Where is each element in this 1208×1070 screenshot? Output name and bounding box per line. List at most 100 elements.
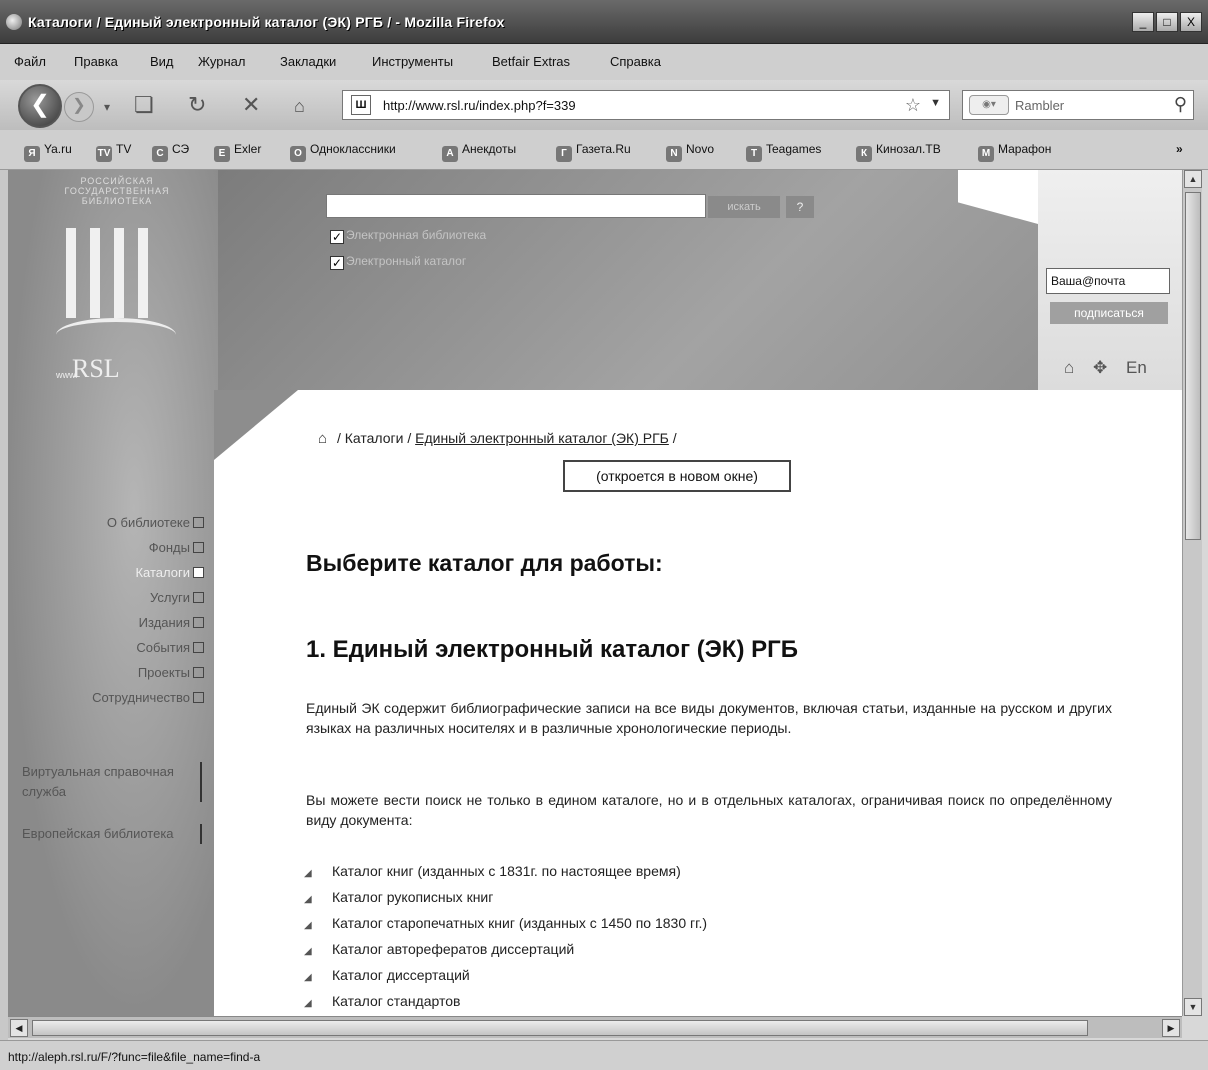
nav-square-icon <box>193 592 204 603</box>
address-bar[interactable]: Ш http://www.rsl.ru/index.php?f=339 ☆ ▼ <box>342 90 950 120</box>
menu-file[interactable]: Файл <box>14 54 46 69</box>
rsl-logo[interactable]: Российская государственная библиотека ww… <box>52 176 182 383</box>
scroll-up-icon[interactable]: ▲ <box>1184 170 1202 188</box>
bookmark-tv[interactable]: TV TV <box>96 142 131 162</box>
breadcrumb-catalogs[interactable]: Каталоги <box>345 430 404 446</box>
checkbox-label: Электронная библиотека <box>346 228 487 242</box>
nav-item-publications[interactable]: Издания <box>8 610 204 635</box>
checkbox-checked-icon[interactable]: ✓ <box>330 230 344 244</box>
bookmark-label: Одноклассники <box>310 142 396 156</box>
opens-new-window-tooltip: (откроется в новом окне) <box>563 460 791 492</box>
search-placeholder: Rambler <box>1015 98 1065 113</box>
horizontal-scrollbar[interactable]: ◀ ▶ <box>8 1016 1182 1038</box>
history-dropdown-icon[interactable]: ▾ <box>104 100 110 114</box>
sitemap-icon[interactable]: ✥ <box>1093 358 1107 377</box>
status-text: http://aleph.rsl.ru/F/?func=file&file_na… <box>8 1050 261 1064</box>
breadcrumb-home-icon[interactable]: ⌂ <box>318 430 327 447</box>
vertical-scroll-thumb[interactable] <box>1185 192 1201 540</box>
search-icon[interactable]: ⚲ <box>1174 94 1187 115</box>
bookmark-se[interactable]: С СЭ <box>152 142 189 162</box>
bookmark-teagames[interactable]: T Teagames <box>746 142 821 162</box>
yandex-icon: Я <box>24 146 40 162</box>
nav-item-cooperation[interactable]: Сотрудничество <box>8 685 204 710</box>
bookmark-anekdoty[interactable]: А Анекдоты <box>442 142 516 162</box>
bookmark-exler[interactable]: E Exler <box>214 142 261 162</box>
breadcrumb-sep: / <box>336 430 341 446</box>
forward-button[interactable]: ❯ <box>64 92 94 122</box>
nav-item-about[interactable]: О библиотеке <box>8 510 204 535</box>
scroll-down-icon[interactable]: ▼ <box>1184 998 1202 1016</box>
nav-item-funds[interactable]: Фонды <box>8 535 204 560</box>
nav-label: Услуги <box>150 590 190 605</box>
section-title: 1. Единый электронный каталог (ЭК) РГБ <box>306 636 798 663</box>
catalog-link[interactable]: Каталог авторефератов диссертаций <box>332 941 574 957</box>
list-item[interactable]: ◢ Каталог авторефератов диссертаций <box>304 936 1004 962</box>
close-button[interactable]: X <box>1180 12 1202 32</box>
bookmark-novo[interactable]: N Novo <box>666 142 714 162</box>
breadcrumb-ek-link[interactable]: Единый электронный каталог (ЭК) РГБ <box>415 430 669 446</box>
nav-item-catalogs[interactable]: Каталоги <box>8 560 204 585</box>
catalog-link[interactable]: Каталог стандартов <box>332 993 460 1009</box>
list-item[interactable]: ◢ Каталог стандартов <box>304 988 1004 1014</box>
subscribe-email-input[interactable] <box>1046 268 1170 294</box>
list-item[interactable]: ◢ Каталог старопечатных книг (изданных с … <box>304 910 1004 936</box>
nav-item-services[interactable]: Услуги <box>8 585 204 610</box>
search-box[interactable]: ◉▾ Rambler ⚲ <box>962 90 1194 120</box>
menu-tools[interactable]: Инструменты <box>372 54 453 69</box>
site-search-help-button[interactable]: ? <box>786 196 814 218</box>
novo-icon: N <box>666 146 682 162</box>
catalog-link[interactable]: Каталог старопечатных книг (изданных с 1… <box>332 915 707 931</box>
checkbox-electronic-library[interactable]: ✓ Электронная библиотека <box>330 228 486 244</box>
scroll-left-icon[interactable]: ◀ <box>10 1019 28 1037</box>
menu-edit[interactable]: Правка <box>74 54 118 69</box>
home-icon[interactable]: ⌂ <box>1064 358 1074 377</box>
lang-switch-en[interactable]: En <box>1126 358 1147 377</box>
nav-item-events[interactable]: События <box>8 635 204 660</box>
list-item[interactable]: ◢ Каталог рукописных книг <box>304 884 1004 910</box>
bookmark-label: Ya.ru <box>44 142 72 156</box>
maximize-button[interactable]: □ <box>1156 12 1178 32</box>
home-icon[interactable]: ⌂ <box>294 96 305 117</box>
menu-help[interactable]: Справка <box>610 54 661 69</box>
catalog-link[interactable]: Каталог рукописных книг <box>332 889 493 905</box>
minimize-button[interactable]: _ <box>1132 12 1154 32</box>
checkbox-checked-icon[interactable]: ✓ <box>330 256 344 270</box>
bookmarks-overflow-icon[interactable]: » <box>1176 142 1183 156</box>
reload-icon[interactable]: ↻ <box>188 92 206 118</box>
horizontal-scroll-thumb[interactable] <box>32 1020 1088 1036</box>
bookmark-star-icon[interactable]: ☆ <box>905 95 921 116</box>
bookmark-yaru[interactable]: Я Ya.ru <box>24 142 72 162</box>
menu-view[interactable]: Вид <box>150 54 174 69</box>
site-search-button[interactable]: искать <box>708 196 780 218</box>
list-item[interactable]: ◢ Каталог книг (изданных с 1831г. по наст… <box>304 858 1004 884</box>
bookmark-label: Марафон <box>998 142 1052 156</box>
bullet-icon: ◢ <box>304 998 312 1009</box>
bookmark-odnoklassniki[interactable]: О Одноклассники <box>290 142 396 162</box>
back-button[interactable]: ❮ <box>18 84 62 128</box>
subscribe-button[interactable]: подписаться <box>1050 302 1168 324</box>
search-engine-icon[interactable]: ◉▾ <box>969 95 1009 115</box>
nav-square-icon <box>193 617 204 628</box>
stop-icon[interactable]: ✕ <box>242 92 260 118</box>
url-dropdown-icon[interactable]: ▼ <box>930 97 941 109</box>
menu-betfair[interactable]: Betfair Extras <box>492 54 570 69</box>
bookmark-kinozal[interactable]: К Кинозал.ТВ <box>856 142 941 162</box>
virtual-reference-link[interactable]: Виртуальная справочная служба <box>8 762 202 802</box>
page-viewport: Российская государственная библиотека ww… <box>8 170 1182 1016</box>
menu-history[interactable]: Журнал <box>198 54 245 69</box>
nav-item-projects[interactable]: Проекты <box>8 660 204 685</box>
new-tab-icon[interactable]: ❏ <box>134 92 154 118</box>
checkbox-electronic-catalog[interactable]: ✓ Электронный каталог <box>330 254 466 270</box>
catalog-link[interactable]: Каталог книг (изданных с 1831г. по насто… <box>332 863 681 879</box>
site-search-input[interactable] <box>326 194 706 218</box>
gazeta-icon: Г <box>556 146 572 162</box>
vertical-scrollbar[interactable]: ▲ ▼ <box>1182 170 1202 1016</box>
list-item[interactable]: ◢ Каталог диссертаций <box>304 962 1004 988</box>
scroll-right-icon[interactable]: ▶ <box>1162 1019 1180 1037</box>
menu-bookmarks[interactable]: Закладки <box>280 54 336 69</box>
menu-bar: Файл Правка Вид Журнал Закладки Инструме… <box>0 44 1208 80</box>
bookmark-marafon[interactable]: М Марафон <box>978 142 1051 162</box>
bookmark-gazeta[interactable]: Г Газета.Ru <box>556 142 631 162</box>
catalog-link[interactable]: Каталог диссертаций <box>332 967 470 983</box>
european-library-link[interactable]: Европейская библиотека <box>8 824 202 844</box>
